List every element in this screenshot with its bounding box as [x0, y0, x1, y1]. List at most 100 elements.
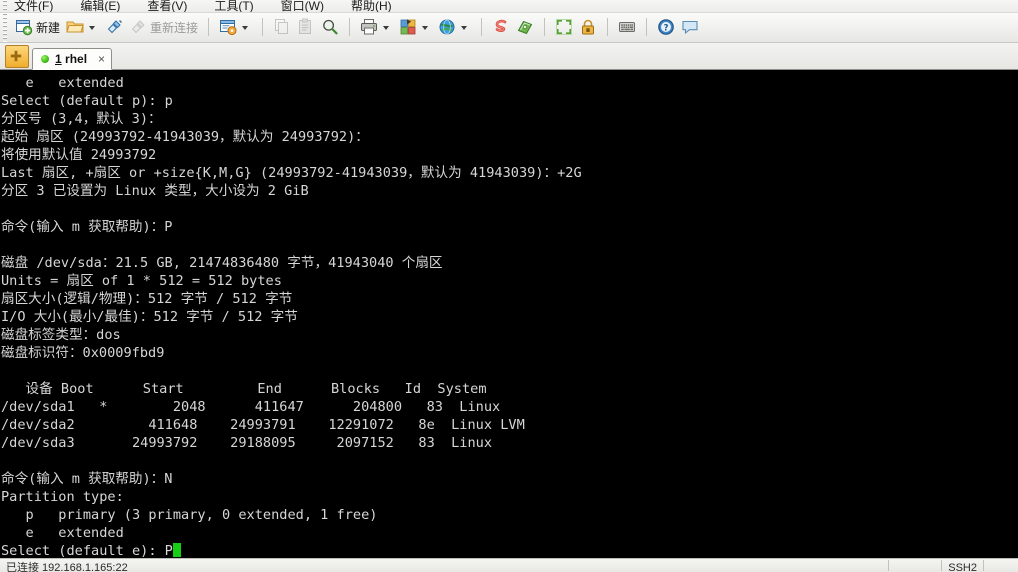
terminal-line: /dev/sda2 411648 24993791 12291072 8e Li… [1, 416, 525, 433]
session-manager-icon [219, 18, 237, 36]
terminal-line: 磁盘标识符：0x0009fbd9 [1, 344, 165, 361]
connect-plug-icon [105, 18, 123, 36]
tab-status-dot [41, 54, 49, 63]
terminal-line: 磁盘 /dev/sda：21.5 GB, 21474836480 字节，4194… [1, 254, 443, 271]
terminal-line: 分区号 (3,4，默认 3)： [1, 110, 162, 127]
script-icon [492, 18, 510, 36]
file-transfer-icon [516, 18, 534, 36]
lock-icon [579, 18, 597, 36]
terminal-line: e extended [1, 524, 124, 541]
menu-bar: 文件(F) 编辑(E) 查看(V) 工具(T) 窗口(W) 帮助(H) [0, 0, 1018, 13]
terminal-line: I/O 大小(最小/最佳)：512 字节 / 512 字节 [1, 308, 298, 325]
layout-dropdown-arrow[interactable] [422, 26, 429, 31]
terminal-line: 将使用默认值 24993792 [1, 146, 157, 163]
find-button[interactable] [318, 15, 342, 39]
toolbar-separator-1 [208, 18, 210, 37]
terminal-line: 分区 3 已设置为 Linux 类型，大小设为 2 GiB [1, 182, 309, 199]
toolbar: 新建 重新连接 ? [0, 12, 1018, 43]
terminal-text: e extended Select (default p): p 分区号 (3,4，… [1, 74, 1018, 558]
reconnect-icon [129, 18, 147, 36]
tab-rhel[interactable]: 1 rhel × [32, 47, 113, 70]
new-window-icon [15, 18, 33, 36]
help-button[interactable]: ? [654, 15, 678, 39]
lock-button[interactable] [576, 15, 600, 39]
toolbar-separator-2 [262, 18, 264, 37]
printer-icon [360, 18, 378, 36]
new-tab-button[interactable] [5, 44, 29, 68]
status-divider-1 [888, 560, 890, 571]
toolbar-separator-5 [544, 18, 546, 37]
keyboard-button[interactable] [615, 15, 639, 39]
tab-index: 1 [55, 51, 62, 66]
menu-view[interactable]: 查看(V) [147, 0, 200, 12]
help-question-icon: ? [657, 18, 675, 36]
tab-label: 1 rhel [55, 52, 87, 66]
toolbar-gripper[interactable] [3, 12, 7, 42]
paste-button[interactable] [294, 15, 318, 39]
menu-help[interactable]: 帮助(H) [351, 0, 405, 12]
connect-button[interactable] [102, 15, 126, 39]
reconnect-button[interactable]: 重新连接 [126, 15, 201, 39]
new-session-label: 新建 [36, 20, 61, 35]
file-transfer-button[interactable] [513, 15, 537, 39]
layout-button[interactable] [396, 15, 435, 39]
search-icon [321, 18, 339, 36]
toolbar-separator-6 [607, 18, 609, 37]
terminal-line: 磁盘标签类型：dos [1, 326, 121, 343]
status-bar: 已连接 192.168.1.165:22 SSH2 [0, 558, 1018, 572]
open-session-dropdown-arrow[interactable] [89, 26, 96, 31]
print-dropdown-arrow[interactable] [383, 26, 390, 31]
paste-clipboard-icon [297, 18, 315, 36]
terminal-line: 起始 扇区 (24993792-41943039，默认为 24993792)： [1, 128, 369, 145]
menu-window[interactable]: 窗口(W) [281, 0, 337, 12]
fullscreen-button[interactable] [552, 15, 576, 39]
new-session-button[interactable]: 新建 [12, 15, 63, 39]
status-divider-3 [983, 560, 984, 571]
feedback-button[interactable] [678, 15, 702, 39]
folder-open-icon [66, 18, 84, 36]
svg-text:?: ? [664, 23, 669, 33]
terminal-line: /dev/sda3 24993792 29188095 2097152 83 L… [1, 434, 493, 451]
menu-edit[interactable]: 编辑(E) [80, 0, 133, 12]
terminal-line: e extended [1, 74, 124, 91]
copy-button[interactable] [270, 15, 294, 39]
menu-tools[interactable]: 工具(T) [214, 0, 266, 12]
keyboard-icon [618, 18, 636, 36]
globe-dropdown-arrow[interactable] [461, 26, 468, 31]
globe-button[interactable] [435, 15, 474, 39]
reconnect-label: 重新连接 [150, 20, 199, 35]
terminal-line: Select (default e): P [1, 542, 1018, 558]
toolbar-separator-7 [646, 18, 648, 37]
terminal-line: Units = 扇区 of 1 * 512 = 512 bytes [1, 272, 282, 289]
menu-file[interactable]: 文件(F) [14, 0, 66, 12]
xshell-window: 文件(F) 编辑(E) 查看(V) 工具(T) 窗口(W) 帮助(H) 新建 重… [0, 0, 1018, 572]
fullscreen-icon [555, 18, 573, 36]
print-button[interactable] [357, 15, 396, 39]
open-session-button[interactable] [63, 15, 102, 39]
session-manager-dropdown-arrow[interactable] [242, 26, 249, 31]
terminal-line: 命令(输入 m 获取帮助)：P [1, 218, 173, 235]
terminal-line: /dev/sda1 * 2048 411647 204800 83 Linux [1, 398, 501, 415]
terminal-line: 扇区大小(逻辑/物理)：512 字节 / 512 字节 [1, 290, 293, 307]
tab-close-icon[interactable]: × [98, 53, 105, 65]
tab-bar: 1 rhel × [0, 42, 1018, 70]
status-connection: 已连接 192.168.1.165:22 [6, 562, 128, 572]
session-manager-button[interactable] [216, 15, 255, 39]
terminal-line: Last 扇区, +扇区 or +size{K,M,G} (24993792-4… [1, 164, 582, 181]
menu-gripper[interactable] [3, 0, 7, 12]
terminal-output[interactable]: e extended Select (default p): p 分区号 (3,4，… [0, 69, 1018, 559]
toolbar-separator-4 [481, 18, 483, 37]
script-button[interactable] [489, 15, 513, 39]
terminal-line: Partition type: [1, 488, 124, 505]
color-tiles-icon [399, 18, 417, 36]
tab-name: rhel [65, 51, 88, 66]
globe-icon [438, 18, 456, 36]
toolbar-separator-3 [349, 18, 351, 37]
terminal-line: p primary (3 primary, 0 extended, 1 free… [1, 506, 378, 523]
plus-icon [10, 50, 22, 61]
terminal-line: 命令(输入 m 获取帮助)：N [1, 470, 173, 487]
